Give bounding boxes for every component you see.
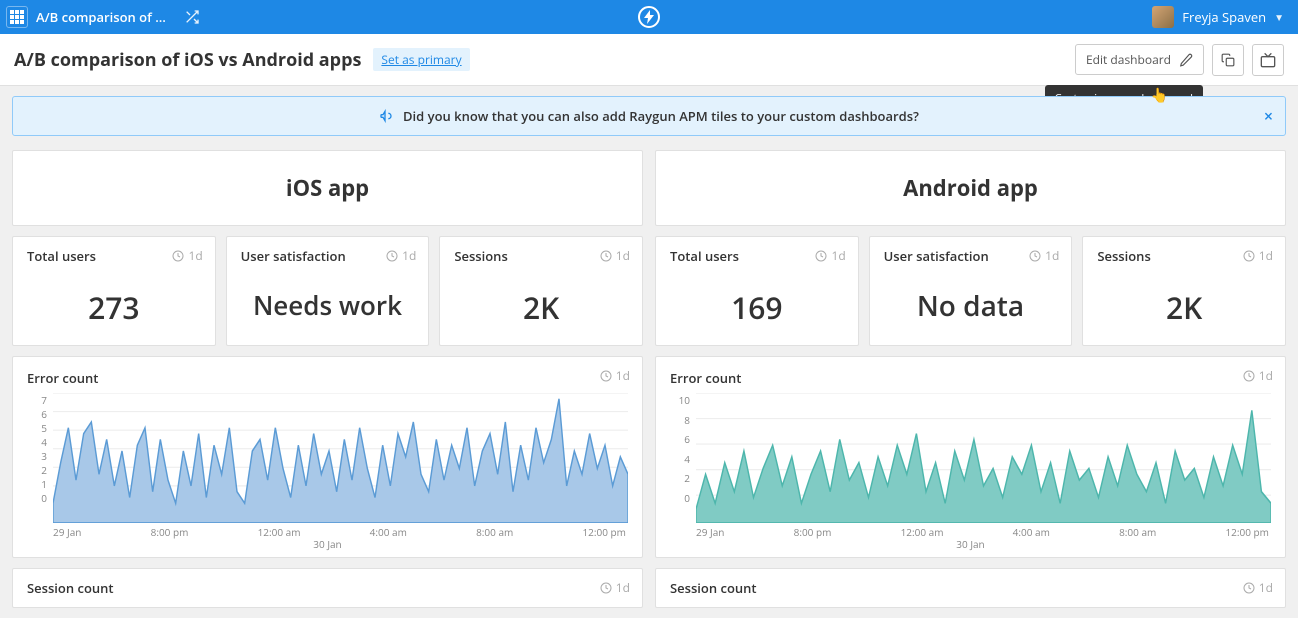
dashboard-grid-icon[interactable]	[6, 6, 28, 28]
clock-icon	[1243, 582, 1255, 594]
column-title: iOS app	[286, 173, 369, 203]
chart-title: Error count	[27, 369, 628, 387]
metric-sessions-android[interactable]: Sessions 1d 2K	[1082, 236, 1286, 346]
clock-icon	[815, 250, 827, 262]
column-ios: iOS app Total users 1d 273 User satisfac…	[12, 150, 643, 608]
megaphone-icon	[379, 108, 395, 124]
hero-tile-android: Android app	[655, 150, 1286, 226]
tv-button[interactable]	[1252, 44, 1284, 76]
chart-svg	[53, 393, 628, 523]
column-android: Android app Total users 1d 169 User sati…	[655, 150, 1286, 608]
clock-icon	[600, 582, 612, 594]
error-chart-ios[interactable]: Error count 1d 76543210 29 Jan8:00 pm12:…	[12, 356, 643, 558]
topbar: A/B comparison of i… Freyja Spaven ▼	[0, 0, 1298, 34]
metric-value: Needs work	[241, 287, 415, 323]
chart-title: Session count	[27, 579, 628, 597]
chart-title: Error count	[670, 369, 1271, 387]
copy-button[interactable]	[1212, 44, 1244, 76]
subheader: A/B comparison of iOS vs Android apps Se…	[0, 34, 1298, 86]
set-primary-link[interactable]: Set as primary	[373, 48, 469, 71]
copy-icon	[1221, 53, 1235, 67]
metric-value: 169	[670, 287, 844, 328]
topbar-title[interactable]: A/B comparison of i…	[36, 8, 166, 26]
y-axis-labels: 1086420	[670, 393, 694, 505]
metric-user-satisfaction-ios[interactable]: User satisfaction 1d Needs work	[226, 236, 430, 346]
metric-user-satisfaction-android[interactable]: User satisfaction 1d No data	[869, 236, 1073, 346]
x-axis-sublabel: 30 Jan	[670, 537, 1271, 551]
clock-icon	[1029, 250, 1041, 262]
metric-value: 273	[27, 287, 201, 328]
banner-close-button[interactable]: ×	[1264, 105, 1273, 127]
chart-svg	[696, 393, 1271, 523]
banner-text: Did you know that you can also add Raygu…	[403, 107, 919, 125]
column-title: Android app	[903, 173, 1038, 203]
clock-icon	[600, 250, 612, 262]
shuffle-icon[interactable]	[184, 9, 200, 25]
clock-icon	[172, 250, 184, 262]
x-axis-sublabel: 30 Jan	[27, 537, 628, 551]
y-axis-labels: 76543210	[27, 393, 51, 505]
edit-dashboard-label: Edit dashboard	[1086, 51, 1171, 68]
metric-value: 2K	[454, 287, 628, 328]
chart-title: Session count	[670, 579, 1271, 597]
clock-icon	[1243, 250, 1255, 262]
clock-icon	[600, 370, 612, 382]
session-chart-android[interactable]: Session count 1d	[655, 568, 1286, 608]
metric-total-users-android[interactable]: Total users 1d 169	[655, 236, 859, 346]
clock-icon	[386, 250, 398, 262]
dashboard-grid: iOS app Total users 1d 273 User satisfac…	[12, 150, 1286, 608]
metric-value: 2K	[1097, 287, 1271, 328]
avatar[interactable]	[1152, 6, 1174, 28]
metric-total-users-ios[interactable]: Total users 1d 273	[12, 236, 216, 346]
user-name[interactable]: Freyja Spaven	[1182, 8, 1266, 26]
metric-sessions-ios[interactable]: Sessions 1d 2K	[439, 236, 643, 346]
tv-icon	[1260, 52, 1276, 68]
pencil-icon	[1179, 53, 1193, 67]
bolt-icon[interactable]	[638, 6, 660, 28]
error-chart-android[interactable]: Error count 1d 1086420 29 Jan8:00 pm12:0…	[655, 356, 1286, 558]
chevron-down-icon[interactable]: ▼	[1274, 10, 1284, 24]
session-chart-ios[interactable]: Session count 1d	[12, 568, 643, 608]
clock-icon	[1243, 370, 1255, 382]
dashboard-title: A/B comparison of iOS vs Android apps	[14, 48, 361, 72]
edit-dashboard-button[interactable]: Edit dashboard Customize your dashboard	[1075, 44, 1204, 75]
info-banner: Did you know that you can also add Raygu…	[12, 96, 1286, 136]
hero-tile-ios: iOS app	[12, 150, 643, 226]
metric-value: No data	[884, 287, 1058, 325]
